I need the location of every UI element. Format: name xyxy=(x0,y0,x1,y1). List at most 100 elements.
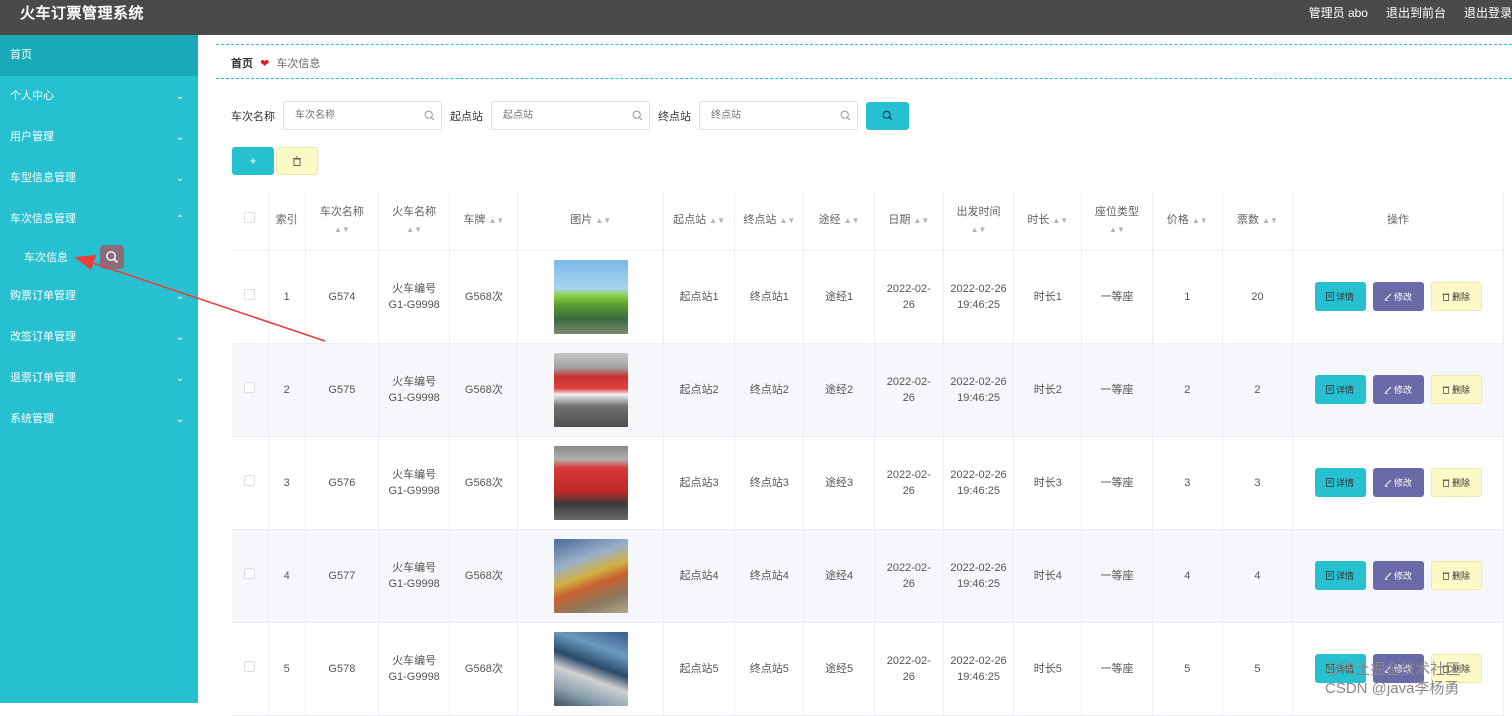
select-all-checkbox[interactable] xyxy=(232,192,269,251)
column-header-train-name[interactable]: 车次名称 ▲▼ xyxy=(305,192,380,251)
row-checkbox[interactable] xyxy=(232,436,269,530)
sidebar-item-user-management[interactable]: 用户管理 ⌄ xyxy=(0,117,198,158)
search-bar: 车次名称 起点站 终点站 xyxy=(231,101,909,130)
train-name-field[interactable] xyxy=(283,101,442,130)
table-row: 4 G577 火车编号G1-G9998 G568次 起点站4 终点站4 途经4 2022-02… xyxy=(232,529,1504,623)
delete-button[interactable]: 删除 xyxy=(1430,282,1482,311)
cell-start: 起点站1 xyxy=(663,250,736,344)
detail-button[interactable]: 详情 xyxy=(1314,282,1366,311)
delete-button[interactable]: 删除 xyxy=(1430,375,1482,404)
edit-button[interactable]: 修改 xyxy=(1372,375,1424,404)
detail-button[interactable]: 详情 xyxy=(1314,375,1366,404)
edit-button[interactable]: 修改 xyxy=(1372,282,1424,311)
cell-duration: 时长1 xyxy=(1013,250,1083,344)
train-name-input[interactable] xyxy=(284,102,441,129)
cell-date: 2022-02-26 xyxy=(874,343,944,437)
edit-button[interactable]: 修改 xyxy=(1372,468,1424,497)
train-thumbnail[interactable] xyxy=(553,352,628,427)
watermark-line-1: @稀土掘金技术社区 xyxy=(1325,661,1461,678)
cell-seat: 一等座 xyxy=(1081,622,1153,716)
sidebar-item-label: 个人中心 xyxy=(10,90,54,102)
sort-icon: ▲▼ xyxy=(1052,216,1069,226)
column-header-end[interactable]: 终点站 ▲▼ xyxy=(734,192,805,251)
start-station-input[interactable] xyxy=(492,102,649,129)
search-button[interactable] xyxy=(866,101,909,130)
sidebar-item-system-management[interactable]: 系统管理 ⌄ xyxy=(0,399,198,440)
cell-train-name: G576 xyxy=(305,436,380,530)
cell-duration: 时长5 xyxy=(1013,622,1083,716)
chevron-down-icon: ⌄ xyxy=(175,332,184,343)
row-checkbox[interactable] xyxy=(232,343,269,437)
pencil-icon xyxy=(1384,479,1392,487)
sidebar-item-refund-orders[interactable]: 退票订单管理 ⌄ xyxy=(0,358,198,399)
row-checkbox[interactable] xyxy=(232,622,269,716)
cell-seat: 一等座 xyxy=(1081,250,1153,344)
search-icon xyxy=(632,110,643,121)
end-station-input[interactable] xyxy=(700,102,857,129)
logout-link[interactable]: 退出登录 xyxy=(1464,4,1512,21)
sidebar-item-label: 首页 xyxy=(10,49,32,61)
sidebar-item-change-orders[interactable]: 改签订单管理 ⌄ xyxy=(0,317,198,358)
delete-button[interactable]: 删除 xyxy=(1430,561,1482,590)
train-thumbnail[interactable] xyxy=(553,259,628,334)
sidebar-item-label: 购票订单管理 xyxy=(10,290,76,302)
column-header-date[interactable]: 日期 ▲▼ xyxy=(874,192,944,251)
sidebar-item-label: 改签订单管理 xyxy=(10,331,76,343)
cell-end: 终点站5 xyxy=(734,622,805,716)
table-row: 5 G578 火车编号G1-G9998 G568次 起点站5 终点站5 途经5 2022-02… xyxy=(232,622,1504,716)
cell-tickets: 20 xyxy=(1222,250,1294,344)
sidebar-item-train-type-management[interactable]: 车型信息管理 ⌄ xyxy=(0,158,198,199)
column-header-seat[interactable]: 座位类型 ▲▼ xyxy=(1081,192,1153,251)
edit-button[interactable]: 修改 xyxy=(1372,561,1424,590)
header-label: 车次名称 xyxy=(319,205,364,218)
trash-icon xyxy=(1442,479,1450,487)
detail-button[interactable]: 详情 xyxy=(1314,468,1366,497)
header-label: 时长 xyxy=(1027,214,1050,227)
delete-button[interactable]: 删除 xyxy=(1430,468,1482,497)
sidebar-item-home[interactable]: 首页 xyxy=(0,35,198,76)
header-label: 车牌 xyxy=(463,214,486,227)
column-header-duration[interactable]: 时长 ▲▼ xyxy=(1013,192,1083,251)
exit-to-front-link[interactable]: 退出到前台 xyxy=(1386,4,1446,21)
cell-duration: 时长2 xyxy=(1013,343,1083,437)
sidebar-item-personal-center[interactable]: 个人中心 ⌄ xyxy=(0,76,198,117)
sidebar-item-trip-management[interactable]: 车次信息管理 ⌃ xyxy=(0,199,198,240)
train-thumbnail[interactable] xyxy=(553,445,628,520)
sidebar-item-purchase-orders[interactable]: 购票订单管理 ⌄ xyxy=(0,276,198,317)
row-checkbox[interactable] xyxy=(232,250,269,344)
heart-icon: ❤ xyxy=(260,58,270,70)
cell-duration: 时长4 xyxy=(1013,529,1083,623)
end-station-field[interactable] xyxy=(699,101,858,130)
column-header-price[interactable]: 价格 ▲▼ xyxy=(1152,192,1223,251)
cell-price: 1 xyxy=(1152,250,1223,344)
edit-label: 修改 xyxy=(1394,477,1413,488)
bulk-delete-button[interactable] xyxy=(276,147,318,175)
cell-ops: 详情 修改 删除 xyxy=(1292,343,1504,437)
top-links: 管理员 abo 退出到前台 退出登录 xyxy=(1309,4,1512,21)
search-icon xyxy=(882,110,893,121)
row-checkbox[interactable] xyxy=(232,529,269,623)
column-header-start[interactable]: 起点站 ▲▼ xyxy=(663,192,736,251)
cell-image xyxy=(517,250,664,344)
column-header-via[interactable]: 途经 ▲▼ xyxy=(803,192,875,251)
train-thumbnail[interactable] xyxy=(553,538,628,613)
sort-icon: ▲▼ xyxy=(406,224,423,234)
cell-train-name: G577 xyxy=(305,529,380,623)
detail-button[interactable]: 详情 xyxy=(1314,561,1366,590)
column-header-image[interactable]: 图片 ▲▼ xyxy=(517,192,664,251)
column-header-plate[interactable]: 车牌 ▲▼ xyxy=(449,192,519,251)
breadcrumb-home[interactable]: 首页 xyxy=(231,58,253,70)
sidebar-subitem-trip-info[interactable]: 车次信息 xyxy=(0,240,198,276)
header-label: 终点站 xyxy=(743,214,777,227)
sort-icon: ▲▼ xyxy=(843,216,860,226)
chevron-down-icon: ⌄ xyxy=(175,291,184,302)
column-header-tickets[interactable]: 票数 ▲▼ xyxy=(1222,192,1294,251)
cell-index: 1 xyxy=(268,250,306,344)
start-station-field[interactable] xyxy=(491,101,650,130)
column-header-depart[interactable]: 出发时间 ▲▼ xyxy=(943,192,1015,251)
sort-icon: ▲▼ xyxy=(779,216,796,226)
header-label: 票数 xyxy=(1237,214,1260,227)
add-button[interactable]: + xyxy=(232,147,274,175)
column-header-train-model[interactable]: 火车名称 ▲▼ xyxy=(378,192,451,251)
train-thumbnail[interactable] xyxy=(553,631,628,706)
